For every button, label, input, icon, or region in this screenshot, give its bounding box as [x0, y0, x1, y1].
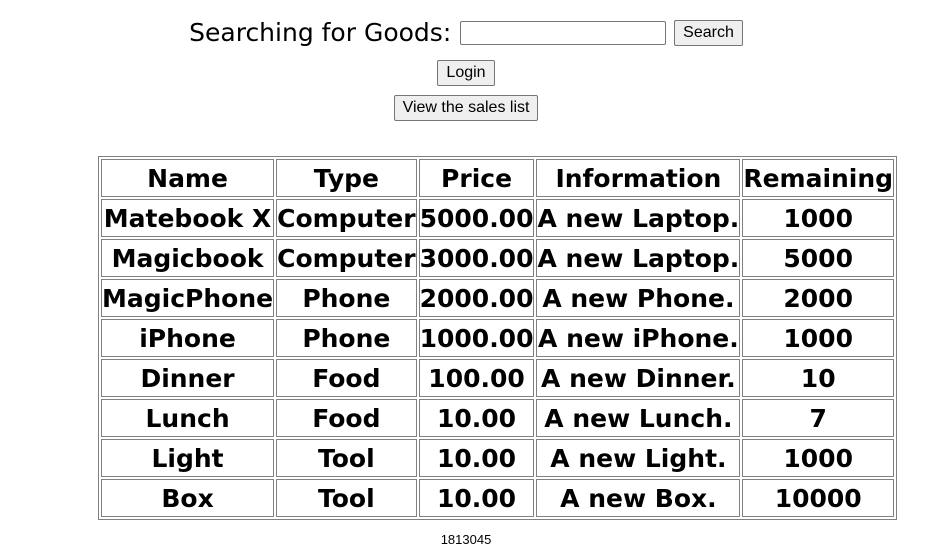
- column-header-information: Information: [536, 159, 741, 197]
- cell-information: A new iPhone.: [536, 319, 741, 357]
- cell-information: A new Box.: [536, 479, 741, 517]
- table-header-row: Name Type Price Information Remaining: [101, 159, 895, 197]
- search-button[interactable]: Search: [674, 19, 743, 46]
- cell-price: 10.00: [418, 479, 535, 517]
- cell-remaining: 5000: [742, 239, 895, 277]
- table-row: Matebook X Computer 5000.00 A new Laptop. 10…: [101, 199, 895, 237]
- search-input[interactable]: [459, 20, 666, 45]
- cell-type: Tool: [276, 479, 417, 517]
- search-bar: Searching for Goods: Search: [0, 18, 932, 47]
- cell-price: 10.00: [418, 439, 535, 477]
- cell-name: Box: [101, 479, 275, 517]
- sales-list-row: View the sales list: [0, 95, 932, 121]
- cell-price: 1000.00: [418, 319, 535, 357]
- cell-type: Phone: [276, 319, 417, 357]
- cell-name: iPhone: [101, 319, 275, 357]
- cell-remaining: 1000: [742, 319, 895, 357]
- cell-price: 2000.00: [418, 279, 535, 317]
- cell-information: A new Light.: [536, 439, 741, 477]
- cell-type: Tool: [276, 439, 417, 477]
- table-row: Dinner Food 100.00 A new Dinner. 10: [101, 359, 895, 397]
- cell-type: Computer: [276, 239, 417, 277]
- cell-information: A new Lunch.: [536, 399, 741, 437]
- cell-type: Computer: [276, 199, 417, 237]
- cell-price: 5000.00: [418, 199, 535, 237]
- cell-remaining: 1000: [742, 199, 895, 237]
- goods-table-body: Matebook X Computer 5000.00 A new Laptop. 10…: [101, 199, 895, 517]
- cell-price: 100.00: [418, 359, 535, 397]
- table-row: Magicbook Computer 3000.00 A new Laptop. 500…: [101, 239, 895, 277]
- cell-remaining: 10: [742, 359, 895, 397]
- cell-price: 10.00: [418, 399, 535, 437]
- cell-name: Lunch: [101, 399, 275, 437]
- login-row: Login: [0, 60, 932, 86]
- cell-name: Magicbook: [101, 239, 275, 277]
- cell-information: A new Dinner.: [536, 359, 741, 397]
- goods-table: Name Type Price Information Remaining Ma…: [98, 156, 898, 520]
- cell-information: A new Laptop.: [536, 239, 741, 277]
- column-header-name: Name: [101, 159, 275, 197]
- footer-id: 1813045: [440, 532, 492, 547]
- cell-type: Food: [276, 359, 417, 397]
- cell-name: MagicPhone: [101, 279, 275, 317]
- cell-name: Matebook X: [101, 199, 275, 237]
- cell-price: 3000.00: [418, 239, 535, 277]
- cell-remaining: 1000: [742, 439, 895, 477]
- column-header-price: Price: [418, 159, 535, 197]
- table-row: Lunch Food 10.00 A new Lunch. 7: [101, 399, 895, 437]
- table-row: Light Tool 10.00 A new Light. 1000: [101, 439, 895, 477]
- cell-remaining: 10000: [742, 479, 895, 517]
- cell-remaining: 7: [742, 399, 895, 437]
- table-row: MagicPhone Phone 2000.00 A new Phone. 2000: [101, 279, 895, 317]
- column-header-remaining: Remaining: [742, 159, 895, 197]
- table-row: Box Tool 10.00 A new Box. 10000: [101, 479, 895, 517]
- cell-name: Light: [101, 439, 275, 477]
- goods-table-container: Name Type Price Information Remaining Ma…: [98, 156, 898, 520]
- view-sales-list-button[interactable]: View the sales list: [393, 95, 539, 121]
- table-row: iPhone Phone 1000.00 A new iPhone. 1000: [101, 319, 895, 357]
- cell-type: Food: [276, 399, 417, 437]
- cell-name: Dinner: [101, 359, 275, 397]
- cell-remaining: 2000: [742, 279, 895, 317]
- cell-information: A new Laptop.: [536, 199, 741, 237]
- search-label: Searching for Goods:: [189, 18, 452, 47]
- cell-type: Phone: [276, 279, 417, 317]
- cell-information: A new Phone.: [536, 279, 741, 317]
- column-header-type: Type: [276, 159, 417, 197]
- login-button[interactable]: Login: [437, 60, 495, 86]
